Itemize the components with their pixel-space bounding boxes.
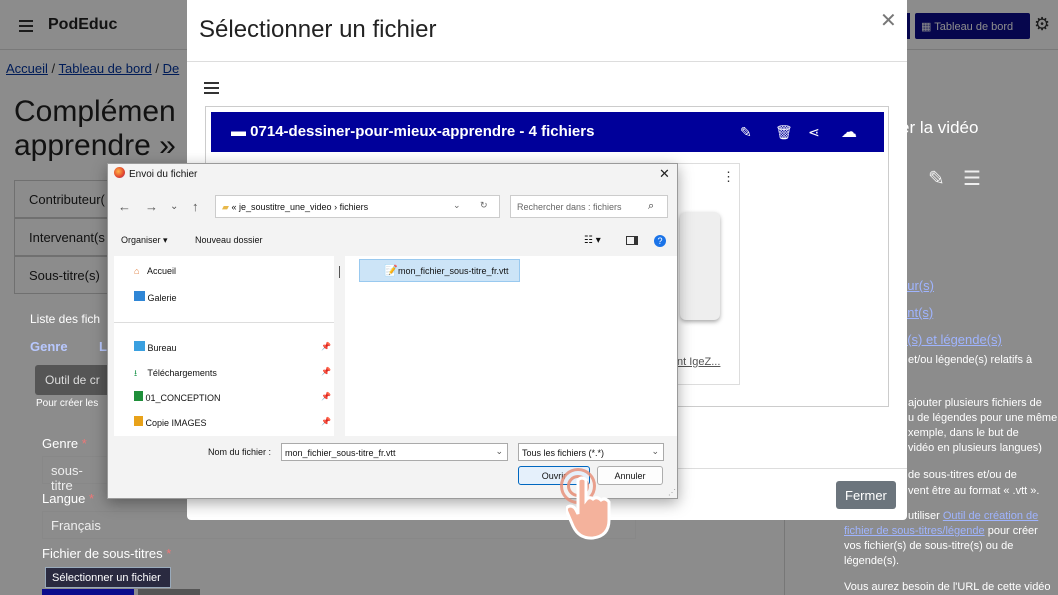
edit-icon[interactable]: ✎	[928, 166, 945, 191]
pointing-hand-icon	[566, 476, 611, 540]
submit-button[interactable]	[42, 589, 134, 595]
address-bar[interactable]: ▰ « je_soustitre_une_video › fichiers ⌄ …	[215, 195, 500, 218]
file-name: mon_fichier_sous-titre_fr.vtt	[398, 266, 509, 276]
text-file-icon: 📝	[384, 265, 398, 277]
more-options-icon[interactable]: ⋮	[722, 169, 735, 185]
menu-icon[interactable]	[204, 82, 219, 94]
language-label: Langue *	[42, 491, 95, 506]
folder-icon: ▬	[231, 123, 251, 140]
link-subtitle-tool[interactable]: Outil de création de	[943, 510, 1038, 522]
download-icon: ⭳	[134, 368, 138, 378]
genre-select[interactable]: sous-titre	[42, 456, 112, 493]
close-icon[interactable]: ✕	[659, 166, 670, 182]
view-options-icon[interactable]: ☷ ▾	[584, 235, 601, 246]
file-type-select[interactable]: Tous les fichiers (*.*) ⌄	[518, 443, 664, 461]
sidebar-item-gallery[interactable]: Galerie	[134, 291, 177, 303]
upload-cloud-icon[interactable]: ☁	[841, 122, 857, 142]
folder-title: 0714-dessiner-pour-mieux-apprendre - 4 f…	[250, 123, 595, 140]
help-icon[interactable]: ?	[654, 235, 666, 247]
folder-icon	[134, 391, 143, 401]
help-text: Pour créer les	[36, 398, 99, 409]
edit-folder-icon[interactable]: ✎	[740, 124, 752, 141]
sidebar-divider	[114, 322, 334, 323]
sidebar-item-conception[interactable]: 01_CONCEPTION	[134, 391, 221, 403]
list-icon[interactable]: ☰	[963, 166, 981, 191]
modal-header-divider	[187, 61, 907, 62]
filename-label: Nom du fichier :	[208, 447, 272, 457]
dialog-title: Envoi du fichier	[129, 169, 198, 180]
organise-menu[interactable]: Organiser ▾	[121, 235, 168, 246]
right-panel-title: er la vidéo	[900, 118, 979, 137]
search-icon: ⌕	[648, 200, 655, 212]
folder-icon	[134, 416, 143, 426]
file-card-link[interactable]: nt IgeZ...	[677, 356, 720, 368]
pin-icon[interactable]: 📌	[321, 417, 331, 426]
close-button[interactable]: Fermer	[836, 481, 896, 509]
share-icon[interactable]: ⋖	[808, 124, 820, 141]
right-panel-text-2: ajouter plusieurs fichiers de u de légend…	[908, 397, 1058, 454]
pane-splitter[interactable]	[339, 266, 340, 278]
link-subtitle-file[interactable]: fichier de sous-titres/légende	[844, 525, 985, 537]
right-panel-text-1: et/ou légende(s) relatifs à	[908, 354, 1033, 366]
firefox-icon	[114, 167, 125, 178]
gallery-icon	[134, 291, 145, 301]
file-item[interactable]: 📝 mon_fichier_sous-titre_fr.vtt	[359, 259, 520, 282]
link-subtitles[interactable]: e(s) et légende(s)	[900, 332, 1002, 347]
path-segment-fichiers[interactable]: fichiers	[340, 202, 369, 212]
sidebar-item-home[interactable]: ⌂ Accueil	[134, 266, 176, 276]
resize-grip-icon[interactable]: ⋰	[668, 488, 676, 497]
home-icon: ⌂	[134, 266, 140, 276]
sidebar-item-downloads[interactable]: ⭳ Téléchargements	[134, 366, 217, 378]
pin-icon[interactable]: 📌	[321, 342, 331, 351]
right-panel-text-3: de sous-titres et/ou de vent être au form…	[908, 469, 1040, 497]
desktop-icon	[134, 341, 145, 351]
subtitle-tool-button[interactable]: Outil de cr	[35, 365, 115, 395]
modal-title: Sélectionner un fichier	[199, 16, 437, 43]
search-input[interactable]: Rechercher dans : fichiers	[510, 195, 668, 218]
language-column-header[interactable]: L	[99, 339, 107, 354]
file-thumbnail	[680, 212, 720, 320]
up-arrow-icon[interactable]: ↑	[192, 199, 199, 214]
cancel-form-button[interactable]	[138, 589, 200, 595]
file-list-pane	[345, 256, 677, 436]
close-icon[interactable]: ✕	[880, 8, 897, 33]
chevron-down-icon[interactable]: ⌄	[453, 200, 461, 211]
new-folder-button[interactable]: Nouveau dossier	[195, 235, 263, 245]
forward-arrow-icon[interactable]: →	[145, 199, 158, 214]
recent-dropdown-icon[interactable]: ⌄	[170, 201, 178, 212]
subtitle-file-label: Fichier de sous-titres *	[42, 546, 172, 561]
back-arrow-icon[interactable]: ←	[118, 199, 131, 214]
chevron-down-icon[interactable]: ⌄	[651, 446, 659, 457]
filename-input[interactable]: mon_fichier_sous-titre_fr.vtt ⌄	[281, 443, 508, 461]
chevron-down-icon[interactable]: ⌄	[495, 446, 503, 457]
right-panel-text-5: Vous aurez besoin de l'URL de cette vidé…	[844, 581, 1051, 593]
subtitles-list-label: Liste des fich	[30, 312, 101, 326]
genre-label: Genre *	[42, 436, 87, 451]
preview-pane-icon[interactable]	[626, 236, 638, 245]
refresh-icon[interactable]: ↻	[480, 200, 488, 211]
folder-icon: ▰	[222, 202, 229, 212]
sidebar-item-copie-images[interactable]: Copie IMAGES	[134, 416, 207, 428]
select-file-button[interactable]: Sélectionner un fichier	[45, 567, 171, 588]
pin-icon[interactable]: 📌	[321, 392, 331, 401]
sidebar-item-desktop[interactable]: Bureau	[134, 341, 177, 353]
genre-column-header[interactable]: Genre	[30, 339, 68, 354]
pin-icon[interactable]: 📌	[321, 367, 331, 376]
trash-icon[interactable]: 🗑	[775, 124, 793, 141]
path-segment-video[interactable]: je_soustitre_une_video	[239, 202, 332, 212]
